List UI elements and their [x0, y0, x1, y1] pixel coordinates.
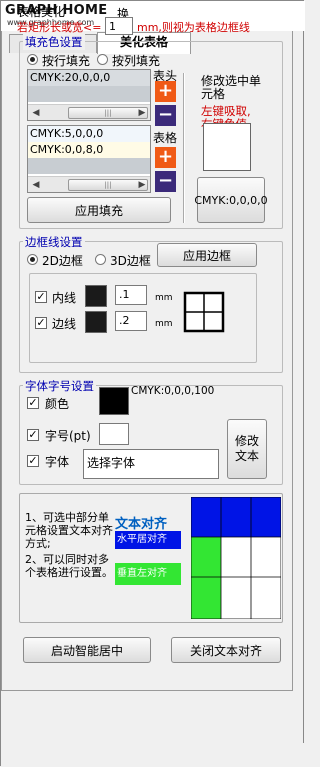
- body-empty-row: [28, 158, 150, 174]
- align-preview-grid[interactable]: [190, 496, 282, 620]
- picked-color-swatch[interactable]: [203, 123, 251, 171]
- font-color-label: 颜色: [45, 397, 70, 411]
- v-align-label: 垂直左对齐: [117, 568, 167, 579]
- smart-center-button[interactable]: 启动智能居中: [23, 637, 151, 663]
- header-color-list[interactable]: CMYK:20,0,0,0 ◀ ||| ▶: [27, 69, 151, 121]
- outer-line-checkbox[interactable]: ✓: [35, 317, 47, 329]
- scroll-right-icon[interactable]: ▶: [136, 179, 148, 191]
- font-face-input[interactable]: 选择字体: [83, 449, 219, 479]
- font-color-swatch[interactable]: [99, 387, 129, 415]
- beautify-panel: 表格美化 若矩形长或宽<= 1 mm,则视为表格边框线 填充色设置 按行填充 按…: [1, 1, 293, 691]
- border-2d-label: 2D边框: [42, 254, 83, 268]
- h-align-label: 水平居对齐: [117, 534, 167, 545]
- scroll-left-icon[interactable]: ◀: [30, 179, 42, 191]
- scroll-right-icon[interactable]: ▶: [136, 107, 148, 119]
- apply-fill-button[interactable]: 应用填充: [27, 197, 171, 223]
- align-tip-1: 1、可选中部分单元格设置文本对齐方式;: [25, 511, 113, 550]
- font-color-checkbox[interactable]: ✓: [27, 397, 39, 409]
- body-color-row[interactable]: CMYK:5,0,0,0: [28, 126, 150, 142]
- add-header-color-button[interactable]: +: [155, 81, 176, 102]
- border-group-title: 边框线设置: [23, 234, 85, 250]
- remove-body-color-button[interactable]: −: [155, 171, 176, 192]
- body-list-scrollbar[interactable]: ◀ ||| ▶: [28, 176, 150, 192]
- body-color-row[interactable]: CMYK:0,0,8,0: [28, 142, 150, 158]
- font-size-input[interactable]: [99, 423, 129, 445]
- border-threshold-input[interactable]: 1: [105, 17, 133, 35]
- border-2d-radio[interactable]: [27, 254, 38, 265]
- h-align-chip[interactable]: 水平居对齐: [115, 531, 181, 549]
- body-color-text: CMYK:0,0,8,0: [30, 143, 104, 156]
- modify-text-button[interactable]: 修改文本: [227, 419, 267, 479]
- header-color-row[interactable]: CMYK:20,0,0,0: [28, 70, 150, 86]
- scroll-left-icon[interactable]: ◀: [30, 107, 42, 119]
- border-3d-label: 3D边框: [110, 254, 151, 268]
- fill-divider: [183, 73, 185, 223]
- fill-group-title: 填充色设置: [23, 34, 85, 50]
- header-list-scrollbar[interactable]: ◀ ||| ▶: [28, 104, 150, 120]
- fill-by-row-radio[interactable]: [27, 54, 38, 65]
- border-rule-suffix: mm,则视为表格边框线: [137, 21, 250, 34]
- apply-border-button[interactable]: 应用边框: [157, 243, 257, 267]
- align-tip-2: 2、可以同时对多个表格进行设置。: [25, 553, 113, 579]
- remove-header-color-button[interactable]: −: [155, 105, 176, 126]
- inner-line-width-input[interactable]: .1: [115, 285, 147, 305]
- inner-line-color-swatch[interactable]: [85, 285, 107, 307]
- inner-line-unit: mm: [155, 293, 173, 303]
- font-color-value: CMYK:0,0,0,100: [131, 385, 215, 397]
- font-face-checkbox[interactable]: ✓: [27, 455, 39, 467]
- inner-line-checkbox[interactable]: ✓: [35, 291, 47, 303]
- font-group-title: 字体字号设置: [23, 378, 96, 394]
- body-color-text: CMYK:5,0,0,0: [30, 127, 104, 140]
- outer-line-width-input[interactable]: .2: [115, 311, 147, 331]
- font-face-label: 字体: [45, 455, 70, 469]
- border-3d-radio[interactable]: [95, 254, 106, 265]
- fill-by-column-radio[interactable]: [97, 54, 108, 65]
- body-color-list[interactable]: CMYK:5,0,0,0 CMYK:0,0,8,0 ◀ ||| ▶: [27, 125, 151, 193]
- add-body-color-button[interactable]: +: [155, 147, 176, 168]
- picked-color-value-button[interactable]: CMYK:0,0,0,0: [194, 177, 268, 223]
- border-preview-grid-icon: [183, 291, 225, 333]
- border-rule-prefix: 若矩形长或宽<=: [17, 21, 102, 34]
- align-title: 文本对齐: [115, 517, 168, 532]
- font-size-label: 字号(pt): [45, 429, 91, 443]
- outer-line-color-swatch[interactable]: [85, 311, 107, 333]
- outer-line-unit: mm: [155, 319, 173, 329]
- pick-cell-title: 修改选中单元格: [201, 74, 262, 101]
- outer-line-label: 边线: [52, 317, 77, 331]
- beautify-title: 表格美化: [17, 5, 66, 19]
- window-bottom: [1, 743, 305, 767]
- header-color-text: CMYK:20,0,0,0: [30, 71, 111, 84]
- v-align-chip[interactable]: 垂直左对齐: [115, 563, 181, 585]
- close-text-align-button[interactable]: 关闭文本对齐: [171, 637, 281, 663]
- font-size-checkbox[interactable]: ✓: [27, 429, 39, 441]
- body-label: 表格: [153, 131, 178, 145]
- fill-by-row-label: 按行填充: [42, 54, 91, 68]
- header-empty-row: [28, 86, 150, 102]
- plugin-window: GRAPH HOME www.graphhome.com 换 创建表格 美化表格…: [0, 0, 305, 767]
- inner-line-label: 内线: [52, 291, 77, 305]
